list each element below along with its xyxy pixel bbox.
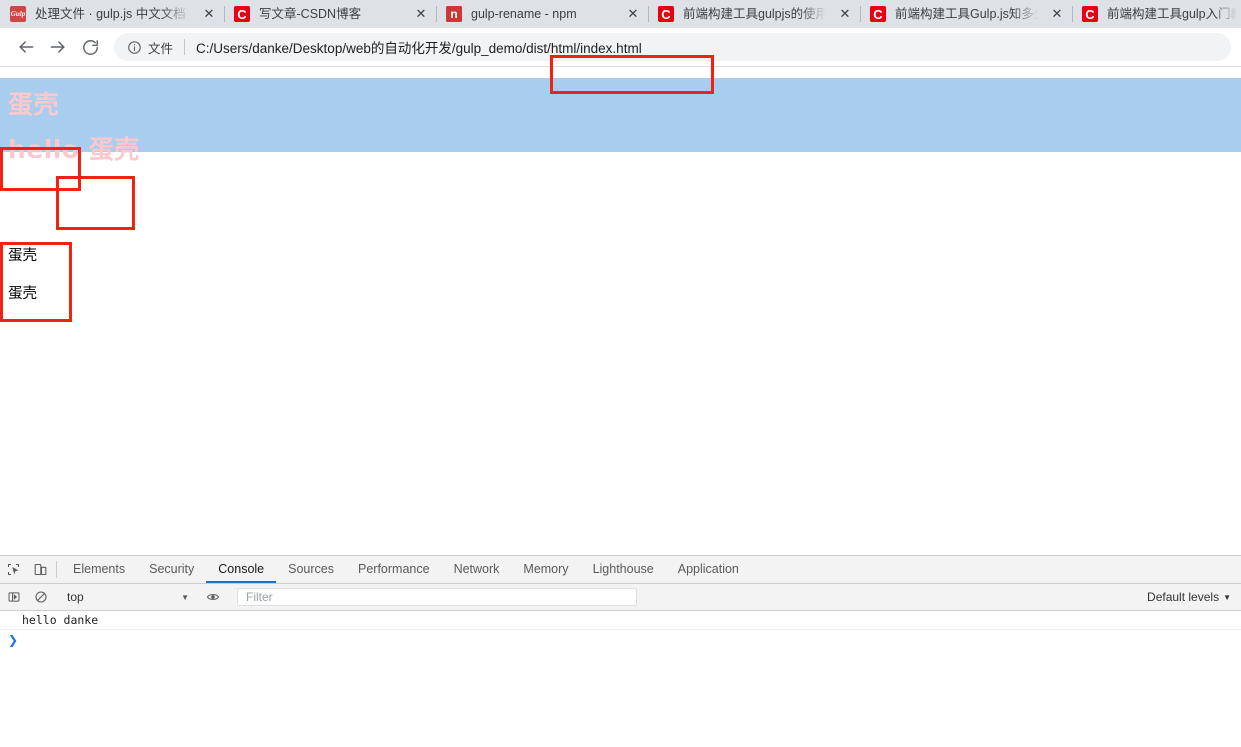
devtools-tab-label: Memory bbox=[523, 561, 569, 576]
console-levels-label: Default levels bbox=[1147, 590, 1220, 604]
csdn-favicon-icon: C bbox=[658, 6, 674, 22]
devtools-tab-label: Network bbox=[453, 561, 500, 576]
console-context-selector[interactable]: top ▼ bbox=[61, 590, 193, 604]
url-text[interactable]: C:/Users/danke/Desktop/web的自动化开发/gulp_de… bbox=[196, 37, 1225, 57]
page-banner: 蛋壳 hello 蛋壳 bbox=[0, 78, 1241, 162]
tab-title: 前端构建工具gulpjs的使用 bbox=[683, 7, 826, 21]
devtools-tab-label: Sources bbox=[288, 561, 334, 576]
tab-close-icon[interactable]: ✕ bbox=[198, 3, 220, 25]
clear-console-icon bbox=[34, 591, 47, 603]
browser-tab[interactable]: C 前端构建工具gulpjs的使用 ✕ bbox=[648, 0, 860, 28]
devtools-tab-bar: Elements Security Console Sources Perfor… bbox=[0, 556, 1241, 584]
devtools-tab-label: Security bbox=[149, 561, 195, 576]
tab-close-icon[interactable]: ✕ bbox=[1046, 3, 1068, 25]
clear-console-button[interactable] bbox=[27, 590, 54, 604]
devtools-tab-performance[interactable]: Performance bbox=[346, 556, 442, 583]
live-expression-button[interactable] bbox=[200, 590, 226, 604]
tab-title: 处理文件 · gulp.js 中文文档 bbox=[35, 7, 186, 21]
tab-title: gulp-rename - npm bbox=[471, 7, 577, 21]
browser-toolbar: 文件 C:/Users/danke/Desktop/web的自动化开发/gulp… bbox=[0, 28, 1241, 94]
console-filter-bar: top ▼ Filter Default levels ▼ bbox=[0, 584, 1241, 611]
gulp-favicon-icon: Gulp bbox=[10, 6, 26, 22]
npm-favicon-icon: n bbox=[446, 6, 462, 22]
omnibox-divider bbox=[184, 39, 186, 55]
console-levels-selector[interactable]: Default levels ▼ bbox=[1147, 590, 1235, 604]
page-text-item-2: 蛋壳 bbox=[8, 286, 37, 302]
back-arrow-icon bbox=[19, 41, 34, 53]
annotation-box-banner-line-2 bbox=[56, 176, 135, 230]
back-button[interactable] bbox=[10, 31, 42, 63]
banner-line-1: 蛋壳 bbox=[8, 90, 60, 119]
devtools-tab-application[interactable]: Application bbox=[666, 556, 751, 583]
devtools-tab-elements[interactable]: Elements bbox=[61, 556, 137, 583]
eye-icon bbox=[206, 594, 220, 600]
chevron-down-icon: ▼ bbox=[181, 592, 189, 602]
devtools-tab-lighthouse[interactable]: Lighthouse bbox=[581, 556, 666, 583]
devtools-tab-label: Elements bbox=[73, 561, 126, 576]
browser-tab[interactable]: C 前端构建工具gulp入门教程 bbox=[1072, 0, 1241, 28]
browser-tab-strip: Gulp 处理文件 · gulp.js 中文文档 ✕ C 写文章-CSDN博客 … bbox=[0, 0, 1241, 28]
tab-title: 前端构建工具Gulp.js知多少 bbox=[895, 7, 1038, 21]
devtools-panel: Elements Security Console Sources Perfor… bbox=[0, 555, 1241, 747]
banner-line-2: hello 蛋壳 bbox=[8, 135, 140, 164]
devtools-tab-label: Performance bbox=[358, 561, 430, 576]
console-filter-input[interactable]: Filter bbox=[237, 588, 637, 606]
devtools-tab-label: Console bbox=[218, 561, 265, 576]
console-message: hello danke bbox=[0, 611, 1241, 630]
tab-close-icon[interactable]: ✕ bbox=[834, 3, 856, 25]
tab-title: 写文章-CSDN博客 bbox=[259, 7, 362, 21]
browser-tab[interactable]: Gulp 处理文件 · gulp.js 中文文档 ✕ bbox=[0, 0, 224, 28]
console-output[interactable]: hello danke ❯ bbox=[0, 611, 1241, 747]
chevron-down-icon: ▼ bbox=[1223, 592, 1231, 602]
address-bar[interactable]: 文件 C:/Users/danke/Desktop/web的自动化开发/gulp… bbox=[114, 33, 1231, 61]
devtools-tab-security[interactable]: Security bbox=[137, 556, 206, 583]
tab-close-icon[interactable]: ✕ bbox=[622, 3, 644, 25]
csdn-favicon-icon: C bbox=[234, 6, 250, 22]
page-viewport: 蛋壳 hello 蛋壳 蛋壳 蛋壳 bbox=[0, 67, 1241, 535]
device-toolbar-icon bbox=[34, 563, 47, 576]
browser-tab[interactable]: n gulp-rename - npm ✕ bbox=[436, 0, 648, 28]
devtools-tab-label: Application bbox=[677, 561, 739, 576]
inspect-element-button[interactable] bbox=[0, 556, 27, 583]
devtools-tab-label: Lighthouse bbox=[592, 561, 654, 576]
devtools-tab-memory[interactable]: Memory bbox=[511, 556, 580, 583]
tab-close-icon[interactable]: ✕ bbox=[410, 3, 432, 25]
browser-tab[interactable]: C 写文章-CSDN博客 ✕ bbox=[224, 0, 436, 28]
tab-title: 前端构建工具gulp入门教程 bbox=[1107, 7, 1237, 21]
console-sidebar-button[interactable] bbox=[0, 590, 27, 604]
reload-icon bbox=[82, 39, 98, 55]
console-sidebar-icon bbox=[8, 592, 19, 602]
page-text-item-1: 蛋壳 bbox=[8, 248, 37, 264]
reload-button[interactable] bbox=[74, 31, 106, 63]
devtools-tab-network[interactable]: Network bbox=[442, 556, 512, 583]
forward-button[interactable] bbox=[42, 31, 74, 63]
device-toolbar-button[interactable] bbox=[27, 556, 54, 583]
npm-favicon-letter: n bbox=[446, 6, 462, 22]
console-input-prompt[interactable]: ❯ bbox=[0, 630, 1241, 649]
devtools-divider bbox=[56, 561, 57, 578]
devtools-tab-console[interactable]: Console bbox=[206, 556, 277, 583]
info-circle-icon[interactable] bbox=[126, 39, 142, 55]
csdn-favicon-icon: C bbox=[870, 6, 886, 22]
scheme-label: 文件 bbox=[148, 41, 174, 56]
browser-tab[interactable]: C 前端构建工具Gulp.js知多少 ✕ bbox=[860, 0, 1072, 28]
forward-arrow-icon bbox=[50, 41, 65, 53]
console-context-label: top bbox=[67, 590, 84, 604]
devtools-tab-sources[interactable]: Sources bbox=[276, 556, 346, 583]
inspect-element-icon bbox=[7, 563, 20, 576]
csdn-favicon-icon: C bbox=[1082, 6, 1098, 22]
